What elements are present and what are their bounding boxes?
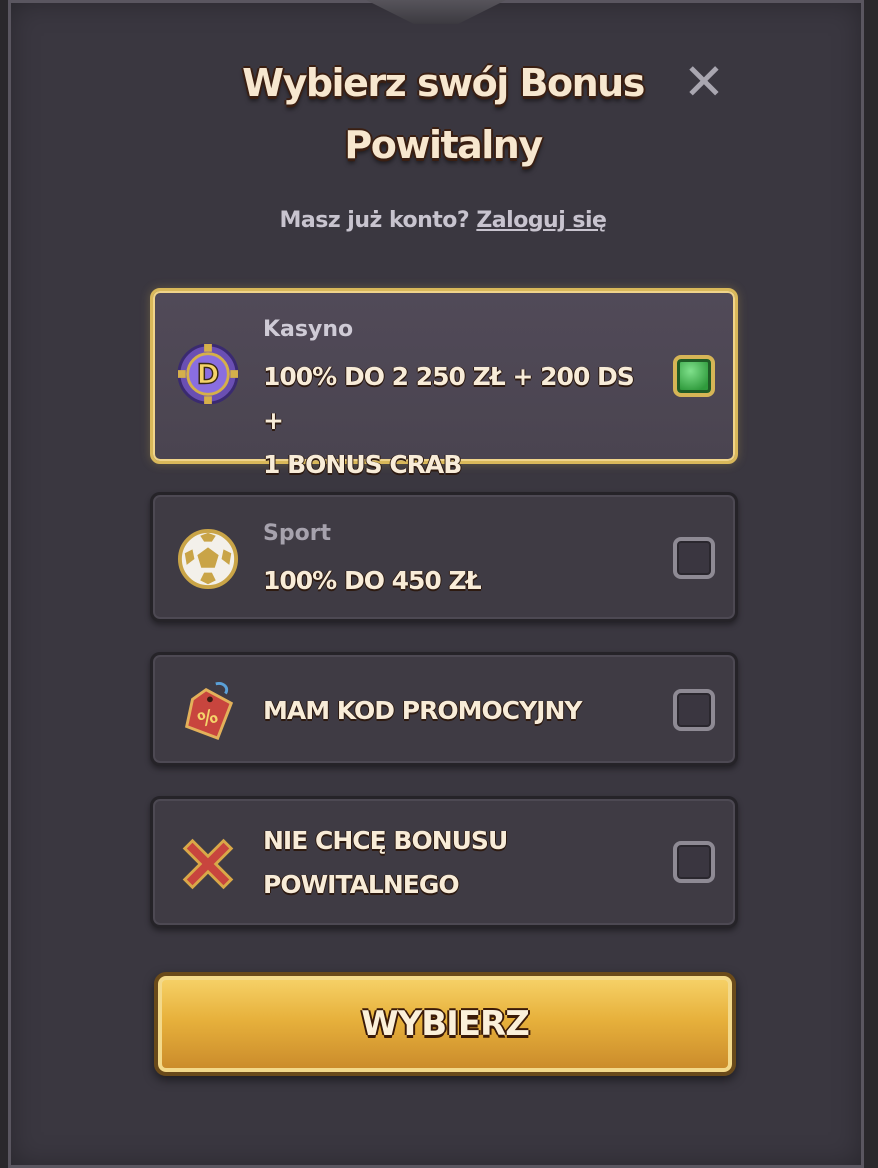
option-promo-code[interactable]: % MAM KOD PROMOCYJNY bbox=[150, 652, 738, 766]
submit-label: WYBIERZ bbox=[361, 1004, 530, 1044]
bonus-modal: Wybierz swój Bonus Powitalny ✕ Masz już … bbox=[0, 0, 878, 1168]
option-checkbox[interactable] bbox=[673, 841, 715, 883]
option-category: Kasyno bbox=[263, 317, 354, 342]
option-checkbox[interactable] bbox=[673, 355, 715, 397]
login-prompt-text: Masz już konto? bbox=[279, 208, 470, 233]
soccer-ball-icon bbox=[177, 528, 239, 590]
option-sport[interactable]: Sport 100% DO 450 ZŁ bbox=[150, 492, 738, 622]
option-title-line-1: 100% DO 2 250 ZŁ + 200 DS + bbox=[263, 362, 635, 435]
option-title-line-2: POWITALNEGO bbox=[263, 870, 460, 899]
login-link[interactable]: Zaloguj się bbox=[476, 208, 607, 233]
title-line-2: Powitalny bbox=[344, 123, 543, 167]
modal-title: Wybierz swój Bonus Powitalny bbox=[8, 52, 864, 176]
option-title-line-1: NIE CHCĘ BONUSU bbox=[263, 826, 508, 855]
title-line-1: Wybierz swój Bonus bbox=[242, 61, 645, 105]
option-no-bonus[interactable]: NIE CHCĘ BONUSU POWITALNEGO bbox=[150, 796, 738, 928]
corner-ornament bbox=[830, 1122, 864, 1168]
option-title: 100% DO 450 ZŁ bbox=[263, 566, 482, 595]
option-checkbox[interactable] bbox=[673, 689, 715, 731]
cross-icon bbox=[182, 838, 234, 890]
percent-tag-icon: % bbox=[185, 682, 234, 740]
close-icon[interactable]: ✕ bbox=[680, 57, 728, 107]
corner-ornament bbox=[8, 1122, 42, 1168]
corner-ornament bbox=[8, 0, 42, 46]
casino-chip-icon: D bbox=[177, 343, 239, 405]
option-category: Sport bbox=[263, 521, 332, 546]
svg-text:D: D bbox=[197, 360, 220, 391]
submit-button[interactable]: WYBIERZ bbox=[154, 972, 736, 1076]
option-title: 100% DO 2 250 ZŁ + 200 DS + 1 BONUS CRAB bbox=[263, 355, 643, 487]
option-title: NIE CHCĘ BONUSU POWITALNEGO bbox=[263, 819, 643, 907]
top-ornament bbox=[326, 0, 546, 24]
option-title-line-2: 1 BONUS CRAB bbox=[263, 450, 462, 479]
corner-ornament bbox=[830, 0, 864, 46]
option-checkbox[interactable] bbox=[673, 537, 715, 579]
option-casino[interactable]: D Kasyno 100% DO 2 250 ZŁ + 200 DS + 1 B… bbox=[150, 288, 738, 479]
login-prompt: Masz już konto? Zaloguj się bbox=[8, 208, 864, 233]
option-title: MAM KOD PROMOCYJNY bbox=[263, 696, 583, 725]
